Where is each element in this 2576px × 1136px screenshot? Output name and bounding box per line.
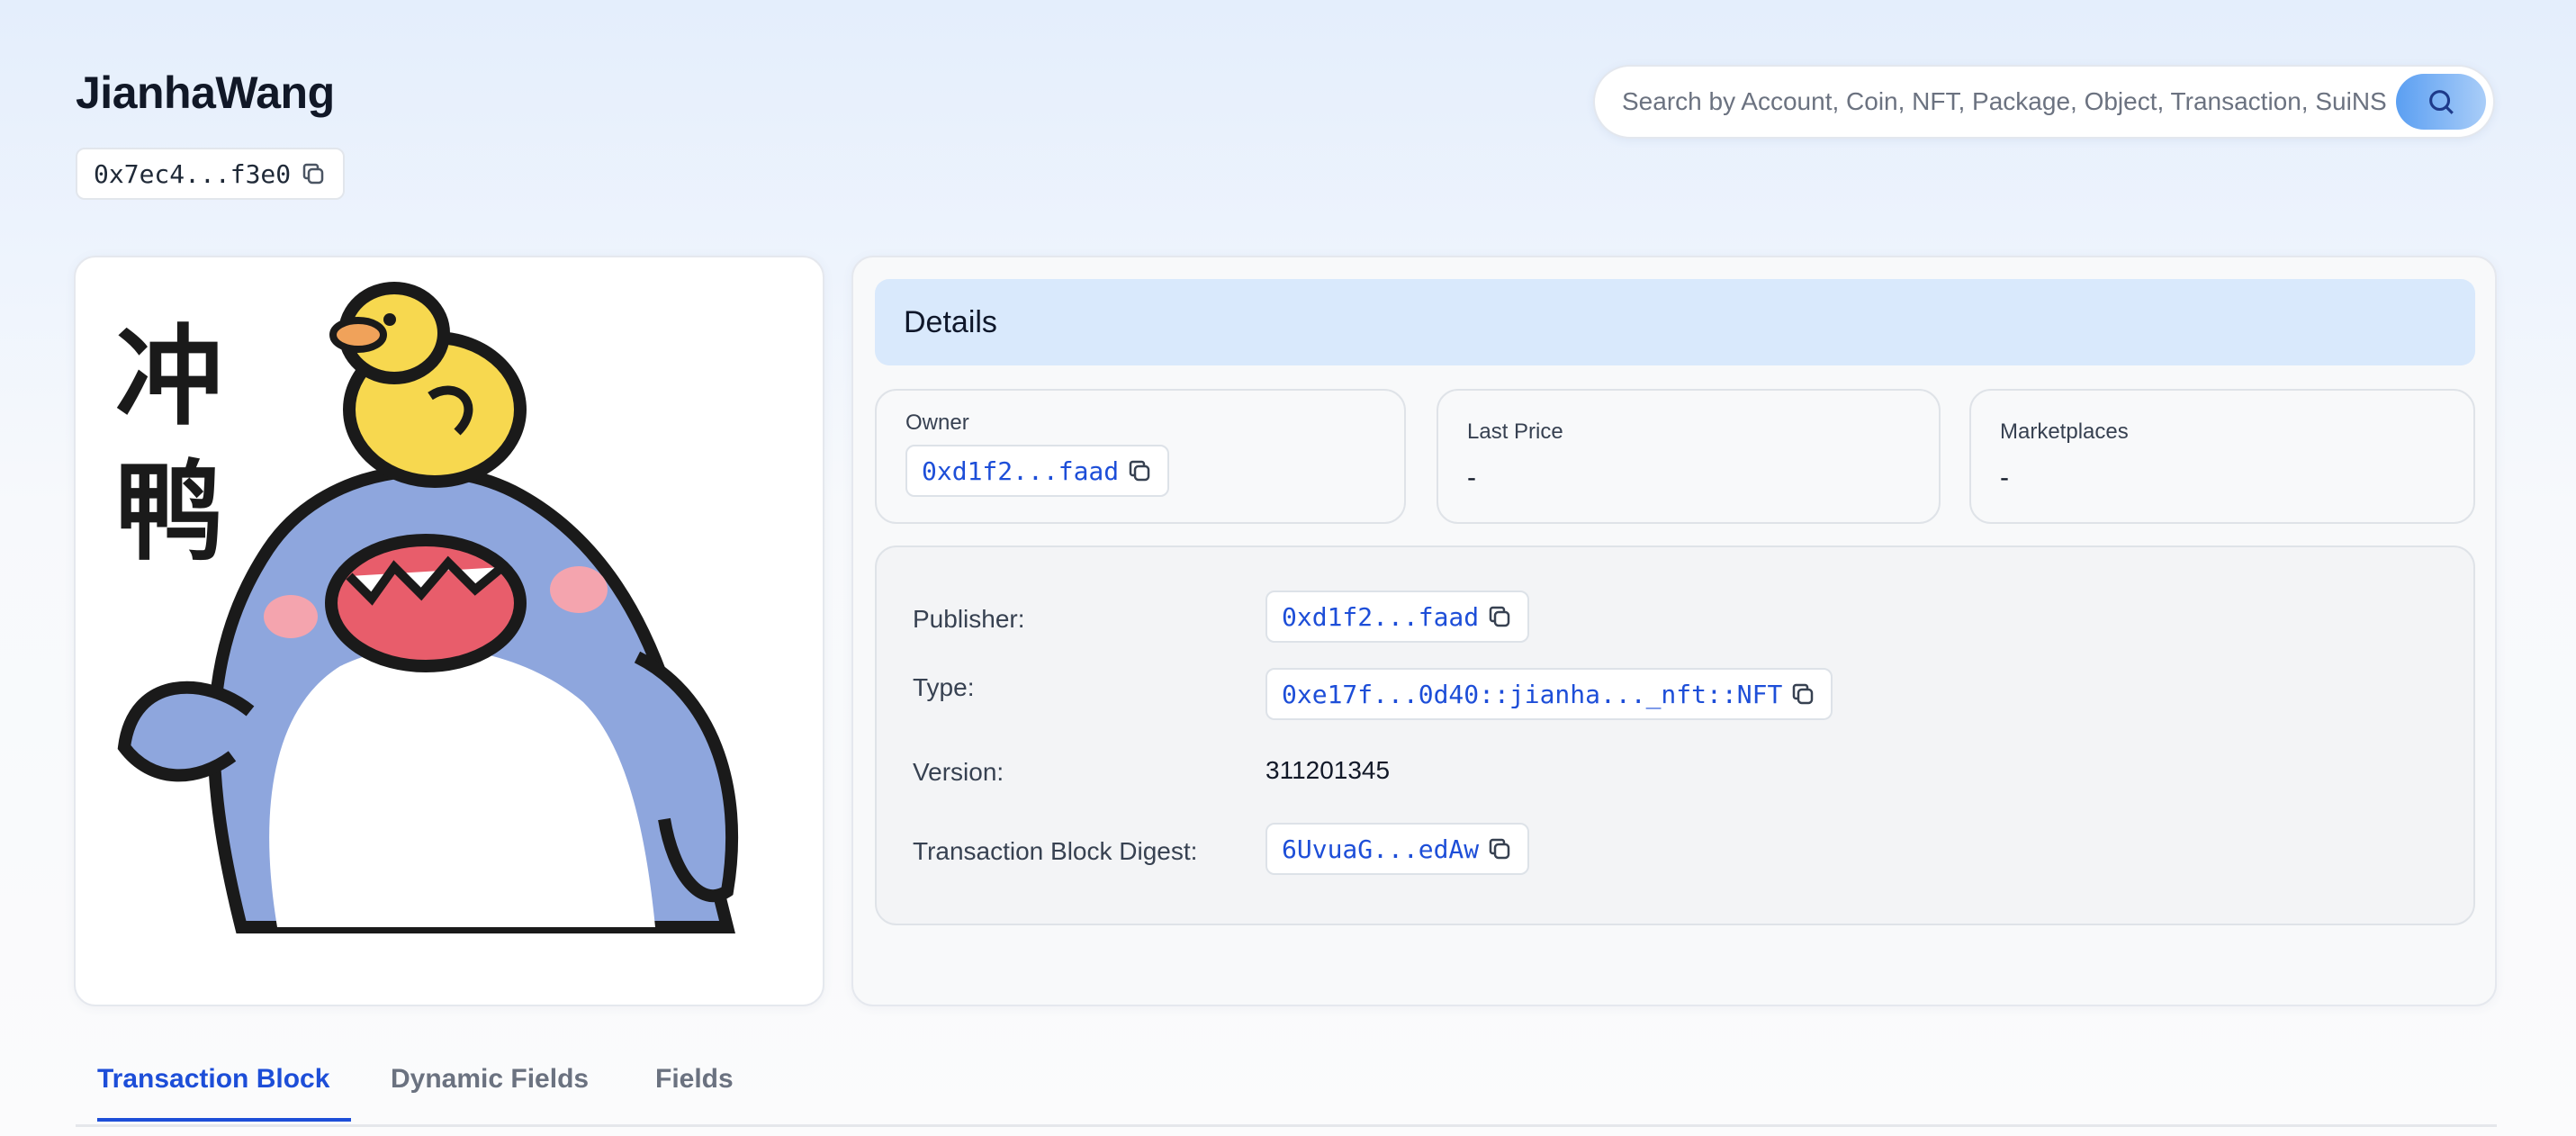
search-input[interactable]: [1622, 87, 2396, 116]
object-address: 0x7ec4...f3e0: [94, 158, 292, 189]
copy-icon[interactable]: [1486, 603, 1513, 630]
type-link[interactable]: 0xe17f...0d40::jianha..._nft::NFT: [1265, 668, 1833, 720]
copy-icon[interactable]: [300, 160, 327, 187]
page-title: JianhaWang: [76, 68, 335, 118]
tab-transaction-block[interactable]: Transaction Block: [97, 1064, 352, 1122]
details-header: Details: [875, 279, 2475, 365]
owner-address: 0xd1f2...faad: [922, 455, 1120, 486]
marketplaces-value: -: [2000, 463, 2009, 492]
type-value: 0xe17f...0d40::jianha..._nft::NFT: [1282, 679, 1783, 709]
owner-box: Owner 0xd1f2...faad: [875, 389, 1406, 524]
publisher-address: 0xd1f2...faad: [1282, 601, 1480, 632]
marketplaces-label: Marketplaces: [2000, 419, 2129, 444]
search-button[interactable]: [2396, 74, 2486, 130]
version-value: 311201345: [1265, 756, 1391, 784]
tab-fields[interactable]: Fields: [655, 1064, 734, 1118]
search-bar[interactable]: [1593, 65, 2495, 139]
details-card: Details Owner 0xd1f2...faad Last Price -…: [851, 256, 2497, 1006]
copy-icon[interactable]: [1126, 457, 1153, 484]
last-price-value: -: [1467, 463, 1476, 492]
tab-dynamic-fields[interactable]: Dynamic Fields: [391, 1064, 589, 1118]
marketplaces-box: Marketplaces -: [1969, 389, 2475, 524]
properties-box: Publisher: 0xd1f2...faad Type: 0xe17f...…: [875, 545, 2475, 925]
nft-handwritten-text: 冲: [115, 315, 223, 440]
copy-icon[interactable]: [1486, 835, 1513, 862]
publisher-label: Publisher:: [913, 605, 1025, 633]
nft-image[interactable]: 冲 鸭: [97, 279, 803, 985]
type-label: Type:: [913, 673, 975, 701]
last-price-box: Last Price -: [1437, 389, 1941, 524]
digest-label: Transaction Block Digest:: [913, 837, 1198, 865]
version-label: Version:: [913, 758, 1004, 786]
tab-bar: Transaction Block Dynamic Fields Fields: [76, 1044, 2497, 1127]
object-address-chip[interactable]: 0x7ec4...f3e0: [76, 148, 346, 200]
publisher-link[interactable]: 0xd1f2...faad: [1265, 591, 1530, 643]
copy-icon[interactable]: [1789, 681, 1816, 708]
nft-handwritten-text: 鸭: [115, 450, 223, 575]
owner-address-link[interactable]: 0xd1f2...faad: [905, 445, 1170, 497]
owner-label: Owner: [905, 410, 969, 435]
nft-image-card: 冲 鸭: [74, 256, 824, 1006]
last-price-label: Last Price: [1467, 419, 1563, 444]
search-icon: [2429, 90, 2454, 114]
digest-value: 6UvuaG...edAw: [1282, 834, 1480, 864]
digest-link[interactable]: 6UvuaG...edAw: [1265, 823, 1530, 875]
